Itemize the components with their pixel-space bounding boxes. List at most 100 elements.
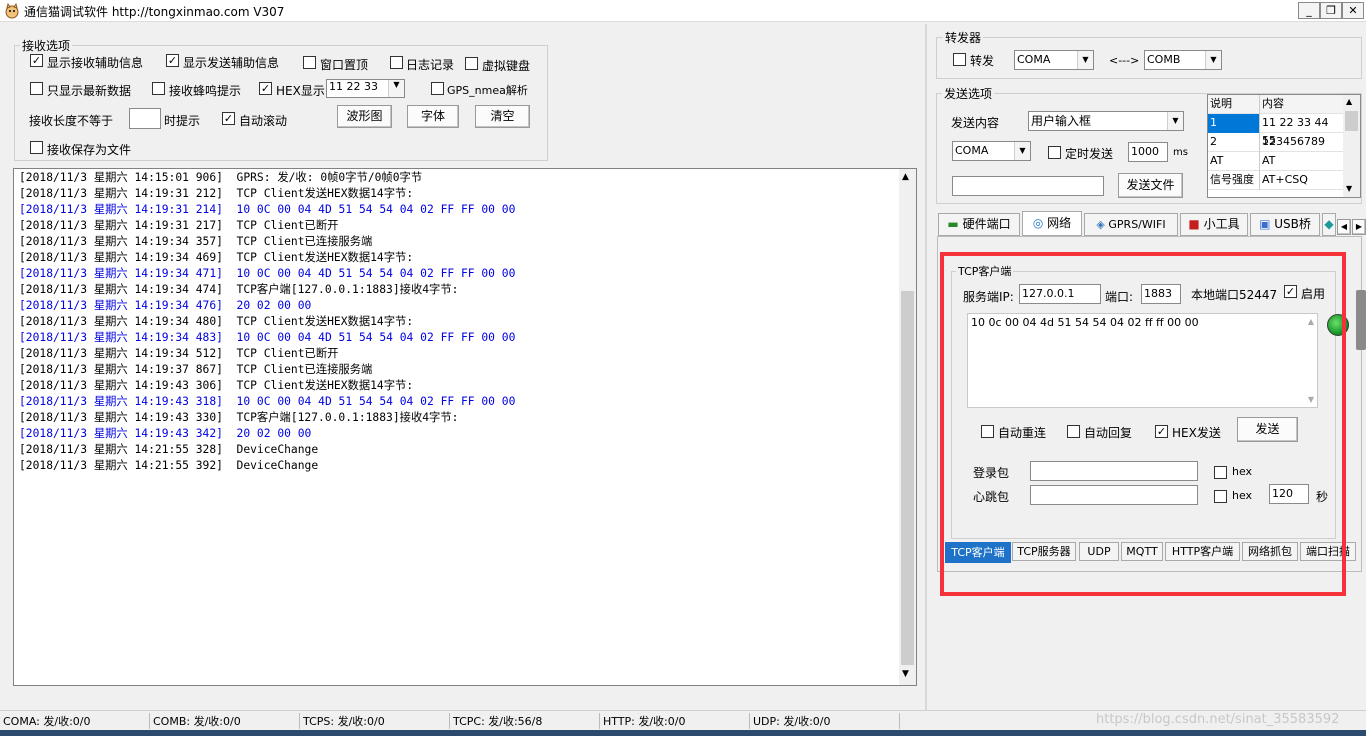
log-line: [2018/11/3 星期六 14:19:43 330] TCP客户端[127.… xyxy=(19,411,459,424)
restore-button[interactable]: ❐ xyxy=(1320,2,1342,19)
tab-label: USB桥 xyxy=(1274,217,1311,231)
app-cat-icon xyxy=(5,3,19,19)
status-comb: COMB: 发/收:0/0 xyxy=(150,713,300,729)
send-port-select[interactable]: COMA ▼ xyxy=(952,141,1031,161)
tab-tools[interactable]: ■ 小工具 xyxy=(1180,213,1248,236)
recv-length-input[interactable] xyxy=(129,108,161,129)
log-line: [2018/11/3 星期六 14:21:55 328] DeviceChang… xyxy=(19,443,319,456)
scroll-up-icon[interactable]: ▲ xyxy=(1346,97,1352,106)
table-row[interactable]: AT AT xyxy=(1208,152,1343,171)
table-row[interactable]: 1 11 22 33 44 55 xyxy=(1208,114,1343,147)
tab-label: 硬件端口 xyxy=(962,217,1011,231)
window-title: 通信猫调试软件 http://tongxinmao.com V307 xyxy=(24,5,285,19)
latest-only-label: 只显示最新数据 xyxy=(47,84,132,98)
send-preset-table[interactable]: 说明 内容 1 11 22 33 44 55 2 123456789 AT AT… xyxy=(1207,94,1361,198)
log-scroll-thumb[interactable] xyxy=(901,291,914,665)
waveform-button[interactable]: 波形图 xyxy=(337,105,392,128)
chevron-down-icon: ▼ xyxy=(1077,51,1093,69)
forward-port-b-select[interactable]: COMB ▼ xyxy=(1144,50,1222,70)
close-button[interactable]: ✕ xyxy=(1342,2,1364,19)
hex-sample-value: 11 22 33 xyxy=(329,80,378,93)
table-cell[interactable]: 11 22 33 44 55 xyxy=(1260,114,1342,147)
log-scrollbar[interactable]: ▲ ▼ xyxy=(899,169,916,685)
tab-usb-bridge[interactable]: ▣ USB桥 xyxy=(1250,213,1320,236)
signal-icon: ◈ xyxy=(1096,218,1105,231)
tab-label: 网络 xyxy=(1047,216,1072,230)
show-send-aux-checkbox[interactable]: ✓ xyxy=(166,54,179,67)
chevron-down-icon: ▼ xyxy=(1205,51,1221,69)
hex-sample-select[interactable]: 11 22 33 ▼ xyxy=(326,79,405,98)
table-cell[interactable]: 2 xyxy=(1208,133,1260,152)
table-cell[interactable]: AT xyxy=(1208,152,1260,171)
status-bar: COMA: 发/收:0/0 COMB: 发/收:0/0 TCPS: 发/收:0/… xyxy=(0,710,1366,730)
receive-options-title: 接收选项 xyxy=(20,37,73,54)
save-to-file-checkbox[interactable] xyxy=(30,141,43,154)
scroll-up-icon[interactable]: ▲ xyxy=(902,172,909,182)
table-row[interactable]: 2 123456789 xyxy=(1208,133,1343,152)
title-bar: 通信猫调试软件 http://tongxinmao.com V307 _ ❐ ✕ xyxy=(0,0,1366,22)
latest-only-checkbox[interactable] xyxy=(30,82,43,95)
status-tcpc: TCPC: 发/收:56/8 xyxy=(450,713,600,729)
log-line: [2018/11/3 星期六 14:19:43 342] 20 02 00 00 xyxy=(19,427,312,440)
buzzer-checkbox[interactable] xyxy=(152,82,165,95)
font-button[interactable]: 字体 xyxy=(407,105,459,128)
table-cell[interactable]: 1 xyxy=(1208,114,1260,133)
log-record-checkbox[interactable] xyxy=(390,56,403,69)
virtual-keyboard-checkbox[interactable] xyxy=(465,57,478,70)
clear-button[interactable]: 清空 xyxy=(475,105,530,128)
hex-display-label: HEX显示 xyxy=(276,84,325,98)
table-cell[interactable]: 123456789 xyxy=(1260,133,1342,152)
recv-length-hint: 时提示 xyxy=(164,114,201,128)
show-send-aux-label: 显示发送辅助信息 xyxy=(183,56,280,70)
gps-parse-checkbox[interactable] xyxy=(431,82,444,95)
table-cell[interactable]: AT+CSQ xyxy=(1260,171,1342,190)
table-cell[interactable]: 信号强度 xyxy=(1208,171,1260,190)
scroll-down-icon[interactable]: ▼ xyxy=(1346,184,1352,193)
table-cell[interactable]: AT xyxy=(1260,152,1342,171)
log-line: [2018/11/3 星期六 14:19:34 512] TCP Client已… xyxy=(19,347,339,360)
table-scroll-thumb[interactable] xyxy=(1345,111,1358,131)
table-scrollbar[interactable]: ▲ ▼ xyxy=(1343,95,1360,197)
tab-gprs-wifi[interactable]: ◈ GPRS/WIFI xyxy=(1084,213,1178,236)
log-line: [2018/11/3 星期六 14:19:34 483] 10 0C 00 04… xyxy=(19,331,516,344)
log-line: [2018/11/3 星期六 14:19:34 476] 20 02 00 00 xyxy=(19,299,312,312)
forward-port-b-value: COMB xyxy=(1147,53,1181,66)
forward-port-a-select[interactable]: COMA ▼ xyxy=(1014,50,1094,70)
show-recv-aux-label: 显示接收辅助信息 xyxy=(47,56,144,70)
port-icon: ▬ xyxy=(947,217,959,231)
log-line: [2018/11/3 星期六 14:19:31 212] TCP Client发… xyxy=(19,187,414,200)
log-line: [2018/11/3 星期六 14:19:34 471] 10 0C 00 04… xyxy=(19,267,516,280)
tab-scroll-left-button[interactable]: ◀ xyxy=(1337,219,1351,235)
send-file-path-input[interactable] xyxy=(952,176,1104,196)
window-top-checkbox[interactable] xyxy=(303,56,316,69)
scroll-down-icon[interactable]: ▼ xyxy=(902,669,909,679)
usb-icon: ▣ xyxy=(1259,217,1271,231)
log-line: [2018/11/3 星期六 14:15:01 906] GPRS: 发/收: … xyxy=(19,171,423,184)
tab-network[interactable]: ◎ 网络 xyxy=(1022,211,1082,236)
hex-display-checkbox[interactable]: ✓ xyxy=(259,82,272,95)
auto-scroll-label: 自动滚动 xyxy=(239,114,288,128)
receive-log[interactable]: [2018/11/3 星期六 14:15:01 906] GPRS: 发/收: … xyxy=(13,168,917,686)
send-file-button[interactable]: 发送文件 xyxy=(1118,173,1183,198)
tab-label: GPRS/WIFI xyxy=(1108,218,1166,231)
table-row[interactable]: 信号强度 AT+CSQ xyxy=(1208,171,1343,190)
log-line: [2018/11/3 星期六 14:19:37 867] TCP Client已… xyxy=(19,363,373,376)
panel-divider[interactable] xyxy=(925,24,927,710)
timed-send-label: 定时发送 xyxy=(1065,147,1114,161)
timed-send-checkbox[interactable] xyxy=(1048,146,1061,159)
show-recv-aux-checkbox[interactable]: ✓ xyxy=(30,54,43,67)
toolbox-icon: ■ xyxy=(1188,217,1200,231)
log-line: [2018/11/3 星期六 14:19:31 217] TCP Client已… xyxy=(19,219,339,232)
forward-checkbox[interactable] xyxy=(953,53,966,66)
gps-parse-label: GPS_nmea解析 xyxy=(447,84,528,97)
tab-scroll-right-button[interactable]: ▶ xyxy=(1352,219,1366,235)
send-interval-input[interactable]: 1000 xyxy=(1128,142,1168,162)
auto-scroll-checkbox[interactable]: ✓ xyxy=(222,112,235,125)
send-content-select[interactable]: 用户输入框 ▼ xyxy=(1028,111,1184,131)
virtual-keyboard-label: 虚拟键盘 xyxy=(482,59,531,73)
tab-overflow[interactable]: ◆ xyxy=(1322,213,1336,236)
window-top-label: 窗口置顶 xyxy=(320,58,369,72)
tab-hardware-port[interactable]: ▬ 硬件端口 xyxy=(938,213,1020,236)
buzzer-label: 接收蜂鸣提示 xyxy=(169,84,242,98)
minimize-button[interactable]: _ xyxy=(1298,2,1320,19)
